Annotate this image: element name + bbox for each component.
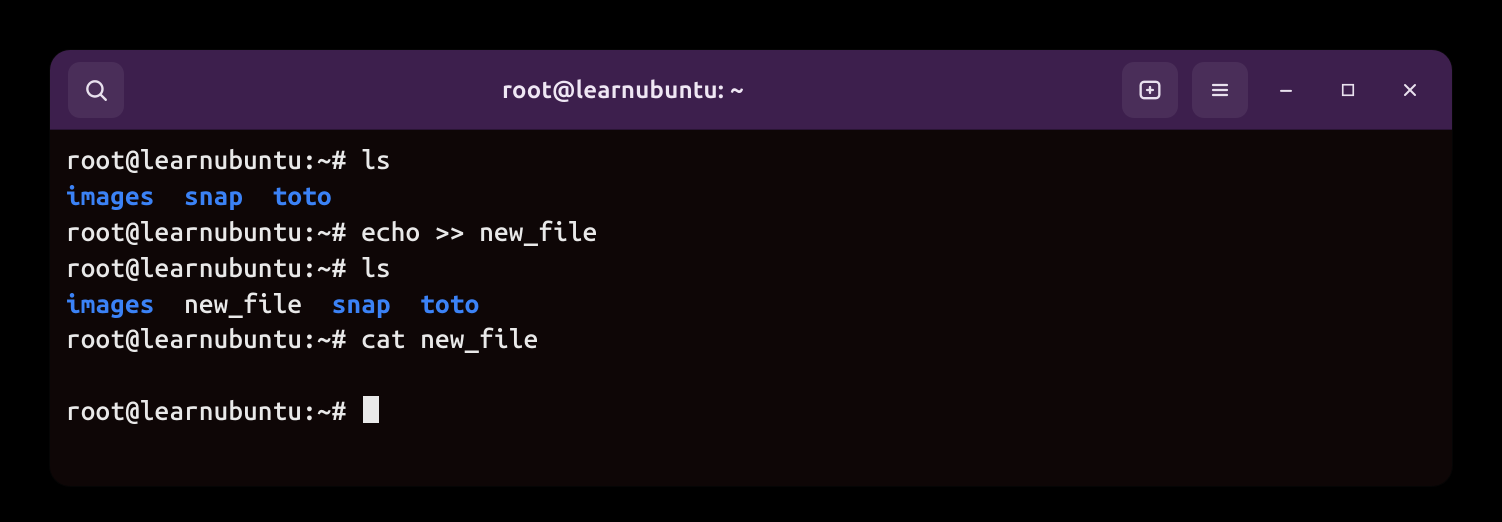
command-text: echo >> new_file	[361, 217, 597, 246]
terminal-blank-line	[66, 357, 1436, 393]
close-icon	[1400, 80, 1420, 100]
terminal-body[interactable]: root@learnubuntu:~# lsimages snap totoro…	[50, 130, 1452, 486]
directory-entry: snap	[332, 289, 391, 318]
app-frame: root@learnubuntu: ~	[0, 0, 1502, 522]
prompt: root@learnubuntu:~#	[66, 324, 361, 353]
terminal-line: root@learnubuntu:~# cat new_file	[66, 321, 1436, 357]
terminal-line: images new_file snap toto	[66, 286, 1436, 322]
new-tab-icon	[1136, 76, 1164, 104]
terminal-line: images snap toto	[66, 178, 1436, 214]
terminal-window: root@learnubuntu: ~	[50, 50, 1452, 486]
directory-entry: images	[66, 181, 155, 210]
directory-entry: images	[66, 289, 155, 318]
terminal-line: root@learnubuntu:~# echo >> new_file	[66, 214, 1436, 250]
maximize-icon	[1339, 81, 1357, 99]
directory-entry: toto	[420, 289, 479, 318]
maximize-button[interactable]	[1324, 66, 1372, 114]
cursor	[363, 396, 379, 423]
window-title: root@learnubuntu: ~	[136, 76, 1110, 103]
terminal-line: root@learnubuntu:~# ls	[66, 142, 1436, 178]
close-button[interactable]	[1386, 66, 1434, 114]
command-text: ls	[361, 253, 391, 282]
prompt: root@learnubuntu:~#	[66, 253, 361, 282]
prompt: root@learnubuntu:~#	[66, 217, 361, 246]
command-text: cat new_file	[361, 324, 538, 353]
hamburger-icon	[1208, 78, 1232, 102]
titlebar-right-group	[1122, 62, 1434, 118]
command-text: ls	[361, 145, 391, 174]
minimize-icon	[1276, 80, 1296, 100]
directory-entry: snap	[184, 181, 243, 210]
file-entry: new_file	[184, 289, 302, 318]
prompt: root@learnubuntu:~#	[66, 396, 361, 425]
directory-entry: toto	[273, 181, 332, 210]
terminal-line: root@learnubuntu:~# ls	[66, 250, 1436, 286]
search-button[interactable]	[68, 62, 124, 118]
minimize-button[interactable]	[1262, 66, 1310, 114]
new-tab-button[interactable]	[1122, 62, 1178, 118]
titlebar: root@learnubuntu: ~	[50, 50, 1452, 130]
menu-button[interactable]	[1192, 62, 1248, 118]
prompt: root@learnubuntu:~#	[66, 145, 361, 174]
terminal-line: root@learnubuntu:~#	[66, 393, 1436, 429]
search-icon	[83, 77, 109, 103]
